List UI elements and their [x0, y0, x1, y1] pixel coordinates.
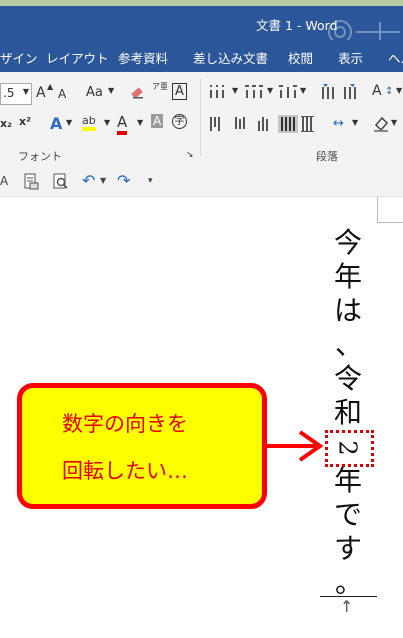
bullets-dropdown-icon[interactable]: ▼ — [232, 86, 238, 95]
font-color-icon[interactable]: A — [117, 113, 128, 135]
text-effects-dropdown-icon[interactable]: ▼ — [66, 118, 72, 127]
font-color-dropdown-icon[interactable]: ▼ — [137, 118, 143, 127]
paragraph-group-label: 段落 — [316, 150, 338, 163]
tab-references[interactable]: 参考資料 — [118, 48, 168, 67]
document-char: 年 — [333, 260, 362, 293]
numbering-dropdown-icon[interactable]: ▼ — [267, 86, 273, 95]
align-top-button[interactable] — [213, 114, 227, 132]
sort-arrow-icon: ↕ — [385, 86, 394, 97]
highlight-dotted-box — [325, 430, 374, 467]
callout-line-1: 数字の向きを — [62, 412, 188, 436]
title-bar: 文書 1 - Word — [0, 6, 403, 44]
group-separator — [200, 78, 201, 156]
subscript-icon[interactable]: x₂ — [0, 117, 12, 130]
decrease-indent-icon[interactable] — [320, 83, 336, 101]
chevron-down-icon[interactable]: ▼ — [23, 87, 29, 96]
document-char: 令 — [333, 362, 362, 395]
page-margin-mark — [377, 197, 378, 223]
clear-formatting-icon[interactable] — [130, 84, 146, 100]
document-char: 年 — [333, 464, 362, 497]
ribbon: .5 ▼ A ▲ A Aa ▼ ア亜 A x₂ x² A ▼ ab ▼ A ▼ … — [0, 72, 403, 169]
paragraph-return-icon: ↑ — [340, 597, 354, 616]
redo-icon[interactable]: ↷ — [117, 171, 130, 190]
customize-toolbar-icon[interactable]: ▾ — [148, 176, 153, 186]
tab-view[interactable]: 表示 — [338, 48, 363, 67]
quick-access-toolbar: A ↶ ▼ ↷ ▾ — [0, 168, 403, 197]
font-a-icon[interactable]: A — [0, 174, 8, 188]
grow-font-icon[interactable]: A — [36, 85, 46, 101]
furigana-icon[interactable]: ア亜 — [152, 82, 168, 91]
document-char: 和 — [333, 396, 362, 429]
undo-dropdown-icon[interactable]: ▼ — [100, 176, 106, 185]
sort-dropdown-icon[interactable]: ▼ — [396, 86, 402, 95]
callout-box: 数字の向きを 回転したい… — [17, 383, 267, 509]
character-shading-icon[interactable]: A — [151, 114, 164, 128]
font-size-value: .5 — [3, 86, 15, 100]
bullets-icon[interactable] — [208, 84, 230, 100]
tab-design[interactable]: ザイン — [0, 48, 38, 67]
increase-indent-icon[interactable] — [342, 83, 358, 101]
tab-review[interactable]: 校閲 — [288, 48, 313, 67]
enclosed-character-icon[interactable]: 字 — [172, 114, 187, 129]
shading-icon[interactable] — [372, 115, 390, 133]
print-preview-icon[interactable] — [22, 173, 40, 191]
multilevel-list-icon[interactable] — [277, 84, 299, 100]
tab-layout[interactable]: レイアウト — [46, 48, 109, 67]
document-char: す — [333, 532, 362, 565]
shrink-font-icon[interactable]: A — [58, 87, 66, 101]
magnifier-icon[interactable] — [52, 173, 70, 191]
line-spacing-icon[interactable]: ↔ — [333, 116, 344, 131]
document-char: 今 — [333, 226, 362, 259]
dialog-launcher-icon[interactable]: ↘ — [186, 150, 194, 160]
grow-arrow-icon: ▲ — [47, 82, 54, 91]
font-size-box[interactable]: .5 ▼ — [0, 83, 32, 105]
change-case-icon[interactable]: Aa — [86, 85, 103, 100]
font-group-label: フォント — [18, 150, 62, 163]
line-spacing-dropdown-icon[interactable]: ▼ — [352, 118, 358, 127]
character-border-icon[interactable]: A — [172, 83, 187, 100]
document-char: は — [333, 294, 362, 327]
change-case-dropdown-icon[interactable]: ▼ — [108, 86, 114, 95]
document-line-2: 令 和 2 年 で す 。 — [333, 365, 363, 603]
ribbon-tabs: ザイン レイアウト 参考資料 差し込み文書 校閲 表示 ヘル — [0, 40, 403, 72]
document-char: で — [333, 498, 362, 531]
highlight-icon[interactable]: ab — [82, 114, 96, 131]
document-char: 、 — [334, 328, 363, 361]
text-effects-icon[interactable]: A — [50, 114, 62, 133]
highlight-dropdown-icon[interactable]: ▼ — [104, 118, 110, 127]
callout-line-2: 回転したい… — [62, 459, 188, 483]
undo-icon[interactable]: ↶ — [82, 171, 95, 190]
document-line-1: 今 年 は 、 — [333, 229, 363, 365]
superscript-icon[interactable]: x² — [19, 115, 31, 128]
tab-help[interactable]: ヘル — [388, 48, 403, 67]
numbering-icon[interactable] — [243, 84, 265, 100]
pointer-arrow-icon — [258, 430, 324, 462]
sort-icon[interactable]: A — [372, 83, 382, 99]
shading-dropdown-icon[interactable]: ▼ — [391, 118, 397, 127]
tab-mailings[interactable]: 差し込み文書 — [193, 48, 268, 67]
page-margin-mark — [377, 222, 403, 223]
multilevel-dropdown-icon[interactable]: ▼ — [300, 86, 306, 95]
